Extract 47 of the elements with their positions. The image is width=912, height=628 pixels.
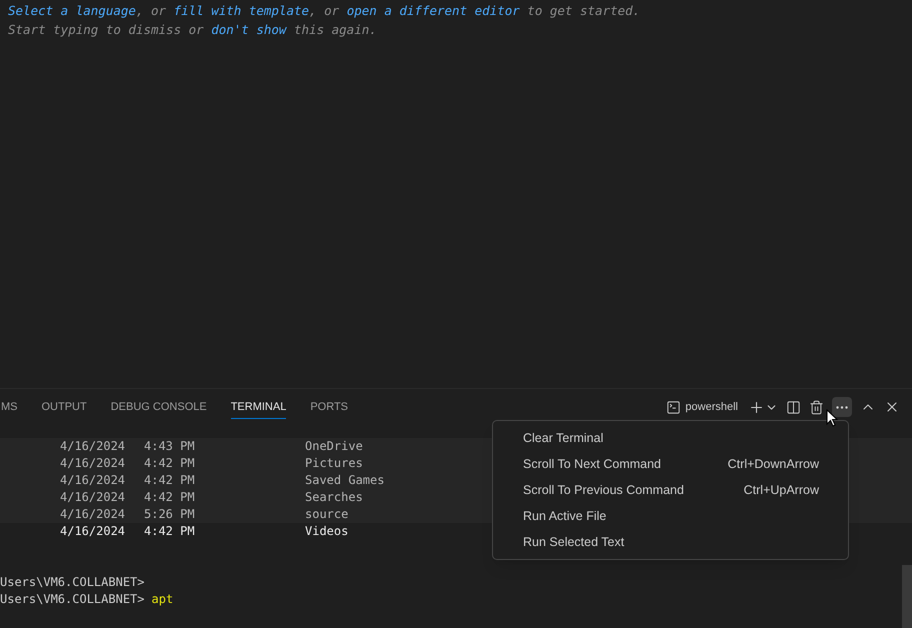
time-text: 4:42 PM [144, 455, 196, 472]
folder-name: Searches [305, 489, 363, 506]
mouse-pointer-icon [826, 409, 838, 427]
hint-text: Select a language, or fill with template, or open a different editor to get started. [8, 2, 642, 20]
folder-name: Saved Games [305, 472, 384, 489]
date-text: 4/16/2024 [60, 523, 126, 540]
time-text: 4:42 PM [144, 472, 196, 489]
folder-name: Pictures [305, 455, 363, 472]
time-text: 4:43 PM [144, 438, 196, 455]
panel-tab[interactable]: OUTPUT [42, 394, 87, 420]
date-text: 4/16/2024 [60, 472, 126, 489]
hint-link[interactable]: fill with template [174, 3, 310, 18]
date-text: 4/16/2024 [60, 455, 126, 472]
menu-item[interactable]: Run Active File [493, 503, 848, 529]
date-text: 4/16/2024 [60, 506, 126, 523]
prompt-text: Users\VM6.COLLABNET> [0, 574, 144, 591]
command-text: apt [152, 591, 174, 608]
hint-link[interactable]: Select a language [8, 3, 136, 18]
folder-name: OneDrive [305, 438, 363, 455]
more-button[interactable] [832, 397, 852, 417]
menu-item[interactable]: Clear Terminal [493, 425, 848, 451]
terminal-selector[interactable]: powershell [664, 398, 740, 416]
hint-text: Start typing to dismiss or don't show this again. [8, 21, 378, 39]
menu-item[interactable]: Scroll To Previous Command Ctrl+UpArrow [493, 477, 848, 503]
panel-tab[interactable]: MS [1, 394, 18, 420]
menu-item[interactable]: Scroll To Next Command Ctrl+DownArrow [493, 451, 848, 477]
hint-link[interactable]: don't show [211, 22, 286, 37]
date-text: 4/16/2024 [60, 438, 126, 455]
folder-name: Videos [305, 523, 348, 540]
shortcut-text: Ctrl+DownArrow [728, 456, 819, 473]
panel-tab[interactable]: DEBUG CONSOLE [110, 394, 207, 420]
folder-name: source [305, 506, 348, 523]
shortcut-text: Ctrl+UpArrow [744, 482, 819, 499]
time-text: 4:42 PM [144, 489, 196, 506]
date-text: 4/16/2024 [60, 489, 126, 506]
hint-link[interactable]: open a different editor [346, 3, 520, 18]
terminal-icon [666, 400, 682, 414]
more-icon [836, 406, 848, 408]
prompt-text: Users\VM6.COLLABNET> [0, 591, 144, 608]
panel-tab[interactable]: PORTS [310, 394, 348, 420]
time-text: 5:26 PM [144, 506, 196, 523]
scrollbar-thumb [902, 565, 912, 628]
trash-icon[interactable] [809, 400, 824, 414]
menu-item[interactable]: Run Selected Text [493, 529, 848, 555]
panel-tab[interactable]: TERMINAL [230, 394, 286, 420]
time-text: 4:42 PM [144, 523, 196, 540]
split-icon[interactable] [786, 400, 801, 414]
